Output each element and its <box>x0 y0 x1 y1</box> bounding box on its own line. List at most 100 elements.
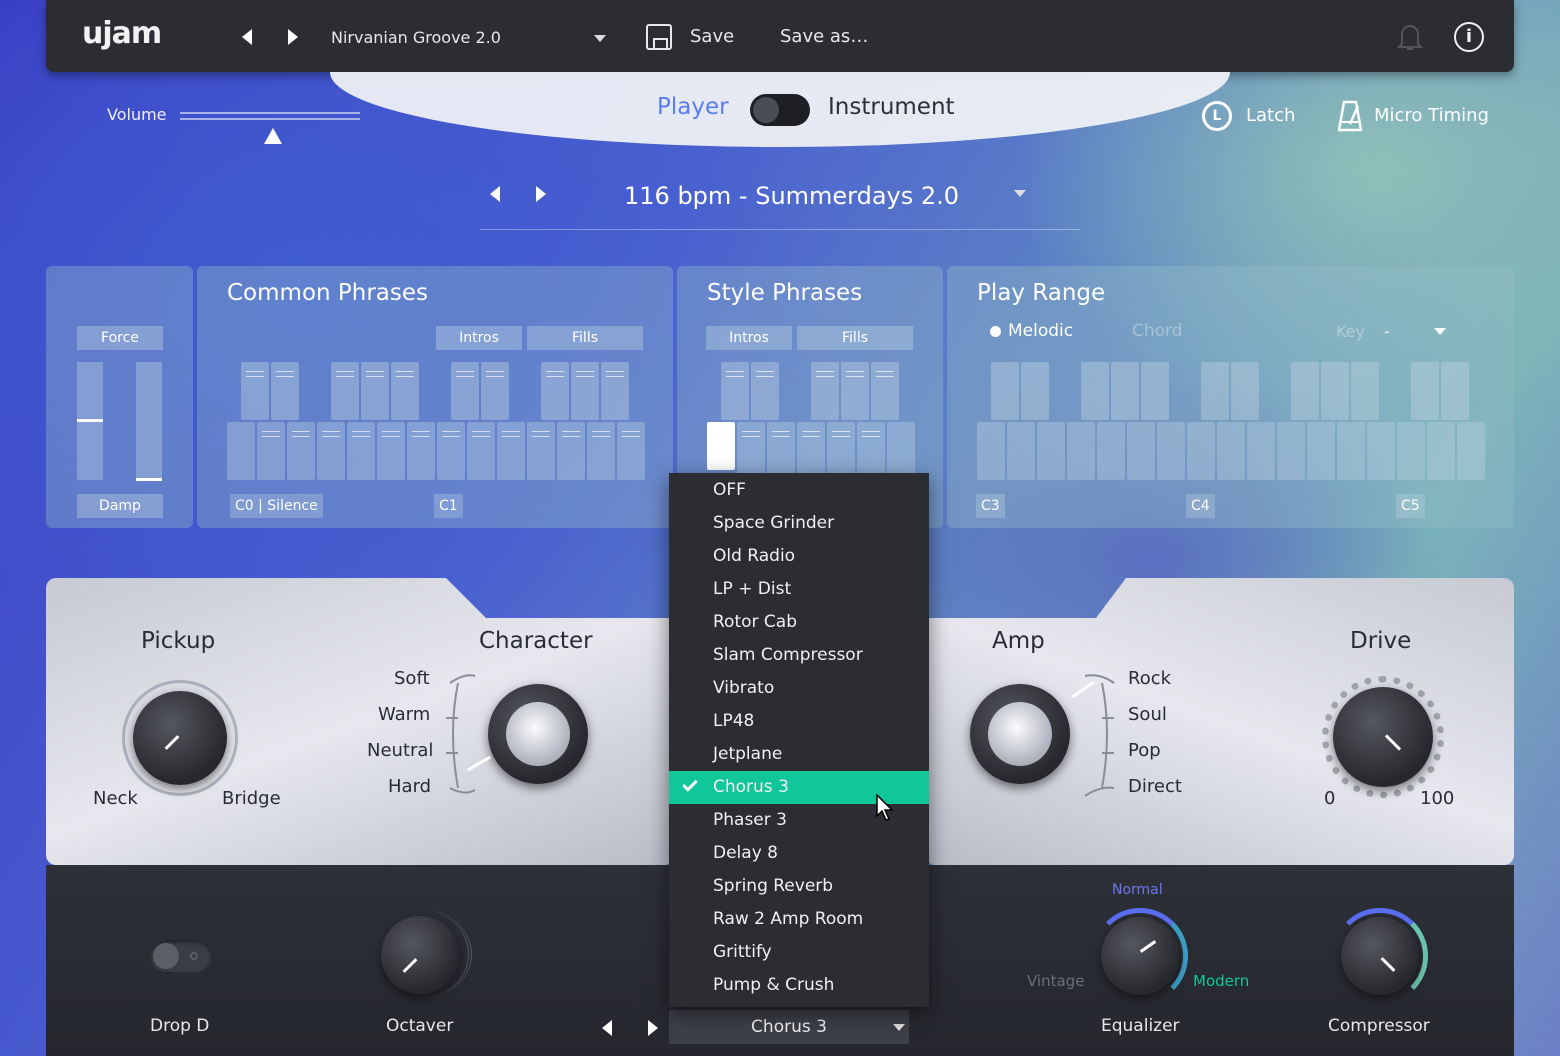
fx-menu-item[interactable]: OFF <box>669 474 929 507</box>
fx-menu-item[interactable]: Pump & Crush <box>669 969 929 1002</box>
common-phrase-key[interactable] <box>361 362 389 420</box>
style-phrase-key[interactable] <box>751 362 779 420</box>
play-range-key[interactable] <box>1231 362 1259 420</box>
play-range-key[interactable] <box>1081 362 1109 420</box>
play-range-key[interactable] <box>1157 422 1185 480</box>
fx-menu-item[interactable]: LP + Dist <box>669 573 929 606</box>
play-range-key[interactable] <box>1007 422 1035 480</box>
play-range-key[interactable] <box>1021 362 1049 420</box>
info-icon[interactable]: i <box>1454 22 1484 52</box>
save-button[interactable]: Save <box>690 26 734 47</box>
play-range-key[interactable] <box>1111 362 1139 420</box>
save-icon[interactable] <box>646 24 672 50</box>
common-phrase-key[interactable] <box>407 422 435 480</box>
amp-pop[interactable]: Pop <box>1128 740 1161 761</box>
fx-select[interactable]: Chorus 3 <box>669 1010 909 1044</box>
common-phrase-key[interactable] <box>241 362 269 420</box>
style-phrase-key[interactable] <box>871 362 899 420</box>
style-phrase-key[interactable] <box>857 422 885 480</box>
play-range-key[interactable] <box>1397 422 1425 480</box>
play-range-key[interactable] <box>1217 422 1245 480</box>
chord-option[interactable]: Chord <box>1132 321 1183 341</box>
damp-thumb[interactable] <box>136 478 162 481</box>
fx-dropdown-menu[interactable]: OFF Space Grinder Old Radio LP + Dist Rotor … <box>669 473 929 1007</box>
melodic-radio-icon[interactable] <box>990 326 1001 337</box>
play-range-key[interactable] <box>1307 422 1335 480</box>
key-value[interactable]: - <box>1384 322 1390 341</box>
common-phrase-key[interactable] <box>467 422 495 480</box>
common-phrase-key[interactable] <box>391 362 419 420</box>
fx-menu-item[interactable]: Grittify <box>669 936 929 969</box>
style-phrase-key[interactable] <box>841 362 869 420</box>
play-range-key[interactable] <box>1337 422 1365 480</box>
play-range-key[interactable] <box>977 422 1005 480</box>
common-phrase-key[interactable] <box>317 422 345 480</box>
play-range-key[interactable] <box>1037 422 1065 480</box>
latch-icon[interactable]: L <box>1202 101 1232 131</box>
play-range-key[interactable] <box>1291 362 1319 420</box>
fx-menu-item[interactable]: Spring Reverb <box>669 870 929 903</box>
common-phrase-key[interactable] <box>601 362 629 420</box>
style-dropdown-icon[interactable] <box>1014 190 1026 197</box>
fx-menu-item[interactable]: Old Radio <box>669 540 929 573</box>
volume-thumb[interactable] <box>264 128 282 144</box>
fx-menu-item[interactable]: LP48 <box>669 705 929 738</box>
common-phrase-key[interactable] <box>557 422 585 480</box>
style-next-icon[interactable] <box>536 186 546 202</box>
preset-dropdown-icon[interactable] <box>594 35 606 42</box>
common-phrase-key[interactable] <box>617 422 645 480</box>
drop-d-toggle[interactable] <box>150 940 212 972</box>
melodic-option[interactable]: Melodic <box>1008 321 1073 341</box>
common-phrase-key[interactable] <box>527 422 555 480</box>
common-phrase-key[interactable] <box>377 422 405 480</box>
save-as-button[interactable]: Save as… <box>780 26 868 47</box>
octaver-knob[interactable] <box>381 916 459 994</box>
volume-slider[interactable] <box>180 112 360 120</box>
key-dropdown-icon[interactable] <box>1434 328 1446 335</box>
fx-menu-item[interactable]: Space Grinder <box>669 507 929 540</box>
character-knob[interactable] <box>488 684 588 784</box>
fx-menu-item[interactable]: Vibrato <box>669 672 929 705</box>
preset-name[interactable]: Nirvanian Groove 2.0 <box>331 28 501 47</box>
amp-knob[interactable] <box>970 684 1070 784</box>
common-phrase-key[interactable] <box>287 422 315 480</box>
style-phrase-key[interactable] <box>827 422 855 480</box>
play-range-key[interactable] <box>1067 422 1095 480</box>
play-range-key[interactable] <box>1457 422 1485 480</box>
character-warm[interactable]: Warm <box>378 704 430 725</box>
fx-next-icon[interactable] <box>648 1020 658 1036</box>
equalizer-knob[interactable] <box>1101 917 1179 995</box>
micro-timing-button[interactable]: Micro Timing <box>1374 105 1489 126</box>
amp-direct[interactable]: Direct <box>1128 776 1182 797</box>
style-phrase-key[interactable] <box>767 422 795 480</box>
common-phrase-key[interactable] <box>451 362 479 420</box>
latch-button[interactable]: Latch <box>1246 105 1295 126</box>
common-phrase-key[interactable] <box>497 422 525 480</box>
style-prev-icon[interactable] <box>490 186 500 202</box>
style-phrase-key[interactable] <box>707 422 735 470</box>
character-hard[interactable]: Hard <box>388 776 431 797</box>
metronome-icon[interactable] <box>1337 100 1363 132</box>
play-range-key[interactable] <box>1187 422 1215 480</box>
drive-knob[interactable] <box>1333 687 1433 787</box>
force-thumb[interactable] <box>77 419 103 422</box>
preset-next-icon[interactable] <box>288 29 298 45</box>
player-instrument-toggle[interactable] <box>750 94 810 126</box>
play-range-key[interactable] <box>1441 362 1469 420</box>
play-range-key[interactable] <box>1321 362 1349 420</box>
compressor-knob[interactable] <box>1341 917 1419 995</box>
play-range-key[interactable] <box>1097 422 1125 480</box>
common-phrase-key[interactable] <box>331 362 359 420</box>
damp-slider[interactable] <box>136 362 162 481</box>
play-range-key[interactable] <box>1247 422 1275 480</box>
player-mode-label[interactable]: Player <box>657 94 729 120</box>
common-phrase-key[interactable] <box>347 422 375 480</box>
play-range-key[interactable] <box>1141 362 1169 420</box>
character-soft[interactable]: Soft <box>394 668 430 689</box>
common-phrase-key[interactable] <box>257 422 285 480</box>
fx-menu-item[interactable]: Raw 2 Amp Room <box>669 903 929 936</box>
fx-dropdown-icon[interactable] <box>893 1024 905 1031</box>
preset-prev-icon[interactable] <box>242 29 252 45</box>
fx-menu-item[interactable]: Jetplane <box>669 738 929 771</box>
play-range-key[interactable] <box>1367 422 1395 480</box>
